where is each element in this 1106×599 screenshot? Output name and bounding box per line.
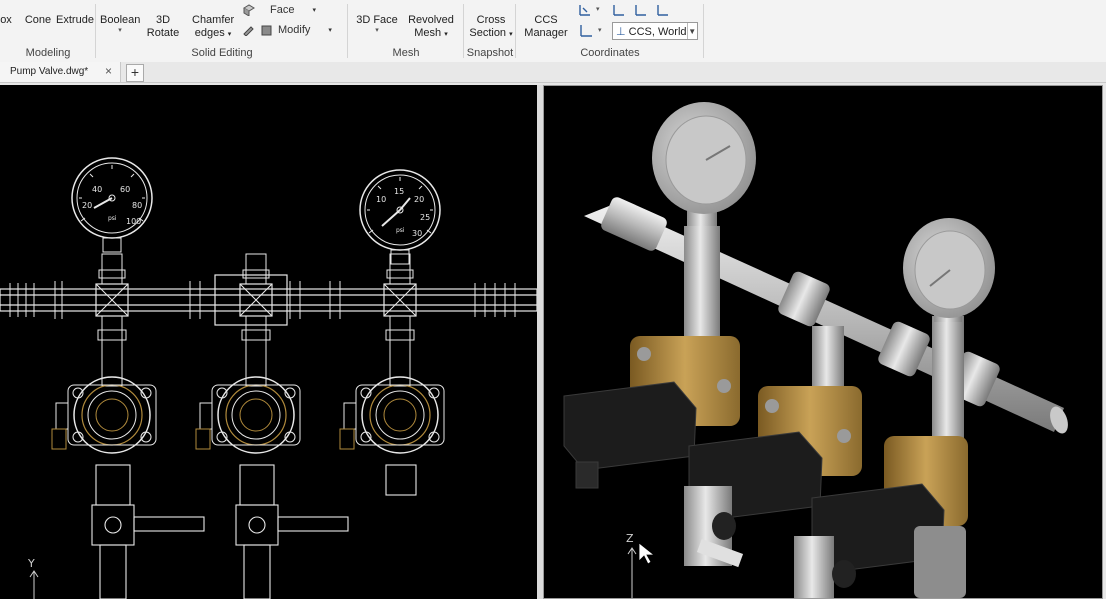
tee-fitting [239, 253, 273, 387]
valve-body [339, 376, 445, 454]
gauge-tick: 20 [414, 195, 424, 204]
3d-face-button[interactable]: 3D Face ▾ [356, 14, 398, 35]
gauge-unit: psi [108, 215, 117, 222]
valve-body [195, 376, 301, 454]
y-axis-label: Y [27, 557, 35, 570]
valve-body [51, 376, 157, 454]
pencil-icon [243, 26, 254, 36]
svg-text:▾: ▾ [596, 5, 600, 13]
tab-pump-valve[interactable]: Pump Valve.dwg* × [0, 62, 121, 82]
document-tab-bar: Pump Valve.dwg* × + [0, 62, 1106, 83]
ribbon: ox Cone Extrude Modeling Boolean ▾ 3D Ro… [0, 0, 1106, 63]
ucs-icon [627, 547, 637, 598]
mouse-cursor-icon [638, 542, 656, 565]
boolean-label: Boolean [100, 14, 141, 26]
lower-stems [91, 464, 417, 599]
z-axis-label: Z [626, 532, 634, 545]
solid-editing-group: Boolean ▾ 3D Rotate Chamfer edges ▾ Face… [96, 0, 348, 62]
tab-label: Pump Valve.dwg* [10, 66, 89, 77]
snapshot-group-label: Snapshot [466, 47, 514, 59]
gauge-tick: 80 [132, 201, 142, 210]
rotate-3d-button[interactable]: 3D Rotate [140, 14, 186, 40]
ccs-manager-button[interactable]: CCS Manager [522, 14, 570, 40]
mesh-group-label: Mesh [392, 47, 420, 59]
wireframe-viewport[interactable]: 40 20 60 80 100 psi 10 15 20 25 30 psi Y [0, 85, 537, 599]
tee-fitting [95, 253, 129, 387]
modeling-group: ox Cone Extrude Modeling [0, 0, 96, 62]
chevron-down-icon: ▾ [312, 7, 316, 14]
gauge-tick: 20 [82, 201, 92, 210]
svg-text:▾: ▾ [598, 26, 602, 34]
rotate-3d-label: 3D Rotate [146, 14, 180, 39]
ccs-tools-icons[interactable]: ▾ [578, 2, 678, 18]
gauge-tick: 40 [92, 185, 102, 194]
chamfer-label: Chamfer [192, 14, 235, 26]
face-tool[interactable]: Face ▾ [242, 4, 316, 16]
manifold-pipe [0, 274, 537, 326]
ccs-select-icon: ⊥ [616, 25, 626, 38]
mesh-group: 3D Face ▾ Revolved Mesh ▾ Mesh [348, 0, 464, 62]
gauge-tick: 30 [412, 229, 422, 238]
gauge-unit: psi [396, 227, 405, 234]
close-icon[interactable]: × [105, 64, 112, 78]
pressure-gauge-3d-left [652, 102, 756, 226]
extrude-button[interactable]: Extrude [56, 14, 94, 27]
modeling-group-label: Modeling [25, 47, 71, 59]
revolved-mesh-button[interactable]: Revolved Mesh ▾ [404, 14, 458, 41]
gauge-tick: 10 [376, 195, 386, 204]
chamfer-edges-button[interactable]: Chamfer edges ▾ [192, 14, 234, 41]
gauge-tick: 15 [394, 187, 404, 196]
ccs-select[interactable]: ⊥ CCS, World ▼ [612, 22, 698, 40]
ccs-label: CCS [534, 14, 558, 26]
3d-face-label: 3D Face [356, 14, 398, 26]
gauge-tick: 25 [420, 213, 430, 222]
solid-editing-group-label: Solid Editing [191, 47, 253, 59]
new-tab-button[interactable]: + [126, 64, 144, 82]
cross-section-button[interactable]: Cross Section ▾ [468, 14, 514, 41]
snapshot-group: Cross Section ▾ Snapshot [464, 0, 516, 62]
chevron-down-icon: ▾ [375, 27, 379, 34]
chevron-down-icon: ▾ [328, 27, 332, 34]
shaded-viewport[interactable]: Z [543, 85, 1103, 599]
revolved-label: Revolved [408, 14, 454, 26]
chevron-down-icon: ▾ [444, 31, 448, 38]
ucs-icon [29, 570, 39, 599]
extrude-face-icon [243, 4, 255, 16]
pressure-gauge-3d-right [903, 218, 995, 322]
gauge-tick: 100 [126, 217, 141, 226]
manager-label: Manager [524, 27, 568, 39]
pressure-gauge-right: 10 15 20 25 30 psi [359, 169, 441, 265]
cone-button[interactable]: Cone [22, 14, 54, 27]
chevron-down-icon: ▾ [509, 31, 513, 38]
tee-fitting [383, 253, 417, 387]
section-label: Section [469, 27, 507, 39]
coordinates-group-label: Coordinates [580, 47, 640, 59]
edges-label: edges [194, 27, 225, 39]
chevron-down-icon: ▼ [686, 23, 697, 39]
ccs-origin-icon[interactable]: ▾ [578, 22, 608, 38]
pressure-gauge-left: 40 20 60 80 100 psi [71, 157, 153, 253]
wireframe-drawing: 40 20 60 80 100 psi 10 15 20 25 30 psi Y [0, 157, 537, 599]
shaded-drawing: Z [563, 102, 1068, 598]
cross-label: Cross [476, 14, 506, 26]
box-button[interactable]: ox [0, 14, 12, 27]
chevron-down-icon: ▾ [227, 31, 232, 38]
cone-label: Cone [24, 14, 52, 26]
modify-tool[interactable]: Modify ▾ [242, 24, 332, 36]
chevron-down-icon: ▾ [118, 27, 122, 34]
face-label: Face [270, 4, 295, 16]
modify-solid-icon [261, 25, 272, 36]
ccs-select-value: CCS, World [628, 25, 687, 38]
divider [703, 4, 704, 58]
modify-label: Modify [278, 24, 311, 36]
gauge-tick: 60 [120, 185, 130, 194]
mesh-label: Mesh [414, 27, 442, 39]
riser-pipe [932, 316, 964, 446]
extrude-label: Extrude [56, 14, 94, 26]
boolean-button[interactable]: Boolean ▾ [100, 14, 140, 35]
box-label: ox [0, 14, 12, 26]
